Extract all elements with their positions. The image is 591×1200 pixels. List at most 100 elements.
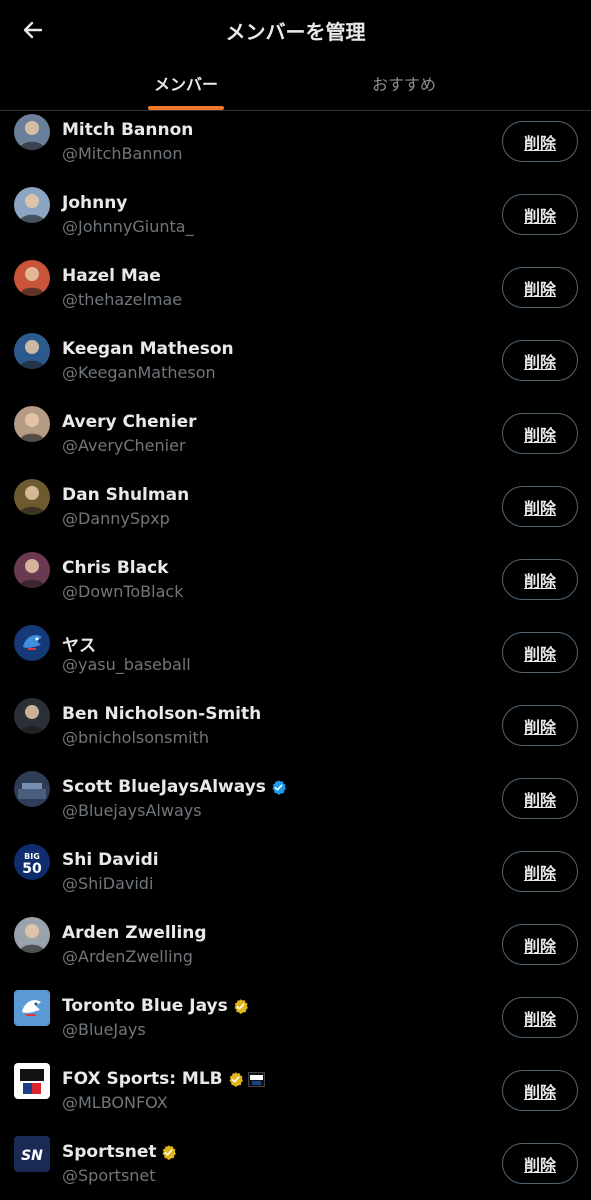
remove-member-button[interactable]: 削除 — [502, 778, 578, 819]
list-item[interactable]: Johnny @JohnnyGiunta_ 削除 — [0, 184, 591, 257]
list-item[interactable]: Hazel Mae @thehazelmae 削除 — [0, 257, 591, 330]
avatar[interactable] — [14, 260, 50, 296]
member-name-line: Mitch Bannon — [62, 120, 193, 140]
list-item[interactable]: Dan Shulman @DannySpxp 削除 — [0, 476, 591, 549]
avatar[interactable]: SN — [14, 1136, 50, 1172]
member-name-line: Scott BlueJaysAlways — [62, 777, 287, 797]
member-handle: @yasu_baseball — [62, 655, 191, 674]
member-name-line: Toronto Blue Jays — [62, 996, 249, 1016]
member-name[interactable]: Arden Zwelling — [62, 923, 207, 943]
avatar[interactable]: BIG 50 — [14, 844, 50, 880]
avatar[interactable] — [14, 698, 50, 734]
avatar[interactable] — [14, 406, 50, 442]
svg-text:BIG: BIG — [24, 852, 40, 861]
remove-member-button[interactable]: 削除 — [502, 340, 578, 381]
avatar[interactable] — [14, 625, 50, 661]
member-name-line: Dan Shulman — [62, 485, 189, 505]
member-handle: @BlueJays — [62, 1020, 146, 1039]
avatar[interactable] — [14, 187, 50, 223]
member-name-line: Ben Nicholson-Smith — [62, 704, 261, 724]
list-item[interactable]: Arden Zwelling @ArdenZwelling 削除 — [0, 914, 591, 987]
list-item[interactable]: Toronto Blue Jays @BlueJays 削除 — [0, 987, 591, 1060]
member-name[interactable]: Mitch Bannon — [62, 120, 193, 140]
member-handle: @ShiDavidi — [62, 874, 154, 893]
member-handle: @DannySpxp — [62, 509, 170, 528]
member-handle: @AveryChenier — [62, 436, 186, 455]
avatar[interactable] — [14, 1063, 50, 1099]
remove-member-button[interactable]: 削除 — [502, 632, 578, 673]
svg-text:50: 50 — [22, 861, 42, 877]
tab-members-label: メンバー — [154, 75, 219, 94]
avatar[interactable] — [14, 917, 50, 953]
remove-member-button[interactable]: 削除 — [502, 267, 578, 308]
svg-text:SN: SN — [21, 1148, 43, 1164]
tab-recommended[interactable]: おすすめ — [340, 60, 470, 110]
list-item[interactable]: Chris Black @DownToBlack 削除 — [0, 549, 591, 622]
list-item[interactable]: SN Sportsnet @Sportsnet 削除 — [0, 1133, 591, 1200]
member-handle: @MLBONFOX — [62, 1093, 168, 1112]
page-title: メンバーを管理 — [225, 20, 366, 44]
member-name-line: Chris Black — [62, 558, 168, 578]
remove-member-button[interactable]: 削除 — [502, 121, 578, 162]
remove-member-button[interactable]: 削除 — [502, 486, 578, 527]
avatar[interactable] — [14, 479, 50, 515]
list-item[interactable]: Ben Nicholson-Smith @bnicholsonsmith 削除 — [0, 695, 591, 768]
member-name[interactable]: Keegan Matheson — [62, 339, 234, 359]
verified-badge-icon — [232, 998, 249, 1015]
remove-member-button[interactable]: 削除 — [502, 997, 578, 1038]
remove-member-button[interactable]: 削除 — [502, 851, 578, 892]
remove-member-button[interactable]: 削除 — [502, 559, 578, 600]
remove-member-button[interactable]: 削除 — [502, 194, 578, 235]
member-name[interactable]: Dan Shulman — [62, 485, 189, 505]
member-name[interactable]: Hazel Mae — [62, 266, 161, 286]
member-handle: @DownToBlack — [62, 582, 184, 601]
verified-badge-icon — [227, 1071, 244, 1088]
member-handle: @ArdenZwelling — [62, 947, 193, 966]
affiliate-logo-icon — [247, 1071, 265, 1087]
member-name-line: Johnny — [62, 193, 127, 213]
tab-recommended-label: おすすめ — [372, 75, 437, 94]
remove-member-button[interactable]: 削除 — [502, 705, 578, 746]
verified-badge-icon — [160, 1144, 177, 1161]
list-item[interactable]: BIG 50 Shi Davidi @ShiDavidi 削除 — [0, 841, 591, 914]
member-name[interactable]: ヤス — [62, 631, 96, 656]
list-item[interactable]: Keegan Matheson @KeeganMatheson 削除 — [0, 330, 591, 403]
member-name[interactable]: Chris Black — [62, 558, 168, 578]
list-item[interactable]: ヤス @yasu_baseball 削除 — [0, 622, 591, 695]
remove-member-button[interactable]: 削除 — [502, 413, 578, 454]
avatar[interactable] — [14, 771, 50, 807]
list-item[interactable]: Avery Chenier @AveryChenier 削除 — [0, 403, 591, 476]
member-name[interactable]: Sportsnet — [62, 1142, 156, 1162]
member-name[interactable]: Ben Nicholson-Smith — [62, 704, 261, 724]
member-name[interactable]: Scott BlueJaysAlways — [62, 777, 266, 797]
member-name[interactable]: Toronto Blue Jays — [62, 996, 228, 1016]
list-item[interactable]: Scott BlueJaysAlways @BluejaysAlways 削除 — [0, 768, 591, 841]
avatar[interactable] — [14, 990, 50, 1026]
avatar[interactable] — [14, 333, 50, 369]
member-handle: @MitchBannon — [62, 144, 183, 163]
member-handle: @JohnnyGiunta_ — [62, 217, 194, 236]
remove-member-button[interactable]: 削除 — [502, 1143, 578, 1184]
member-name[interactable]: Johnny — [62, 193, 127, 213]
member-name[interactable]: Avery Chenier — [62, 412, 197, 432]
member-name-line: Keegan Matheson — [62, 339, 234, 359]
member-name-line: Shi Davidi — [62, 850, 159, 870]
member-name-line: Hazel Mae — [62, 266, 161, 286]
tab-bar: メンバー おすすめ — [0, 60, 591, 111]
header: メンバーを管理 — [0, 0, 591, 60]
member-handle: @BluejaysAlways — [62, 801, 202, 820]
remove-member-button[interactable]: 削除 — [502, 924, 578, 965]
member-handle: @Sportsnet — [62, 1166, 156, 1185]
member-name-line: Sportsnet — [62, 1142, 177, 1162]
list-item[interactable]: FOX Sports: MLB @MLBONFOX 削除 — [0, 1060, 591, 1133]
member-name[interactable]: FOX Sports: MLB — [62, 1069, 223, 1089]
member-name-line: ヤス — [62, 631, 96, 656]
member-name[interactable]: Shi Davidi — [62, 850, 159, 870]
remove-member-button[interactable]: 削除 — [502, 1070, 578, 1111]
tab-members[interactable]: メンバー — [0, 60, 372, 110]
member-name-line: FOX Sports: MLB — [62, 1069, 265, 1089]
list-item[interactable]: Mitch Bannon @MitchBannon 削除 — [0, 111, 591, 184]
avatar[interactable] — [14, 114, 50, 150]
member-handle: @KeeganMatheson — [62, 363, 216, 382]
avatar[interactable] — [14, 552, 50, 588]
